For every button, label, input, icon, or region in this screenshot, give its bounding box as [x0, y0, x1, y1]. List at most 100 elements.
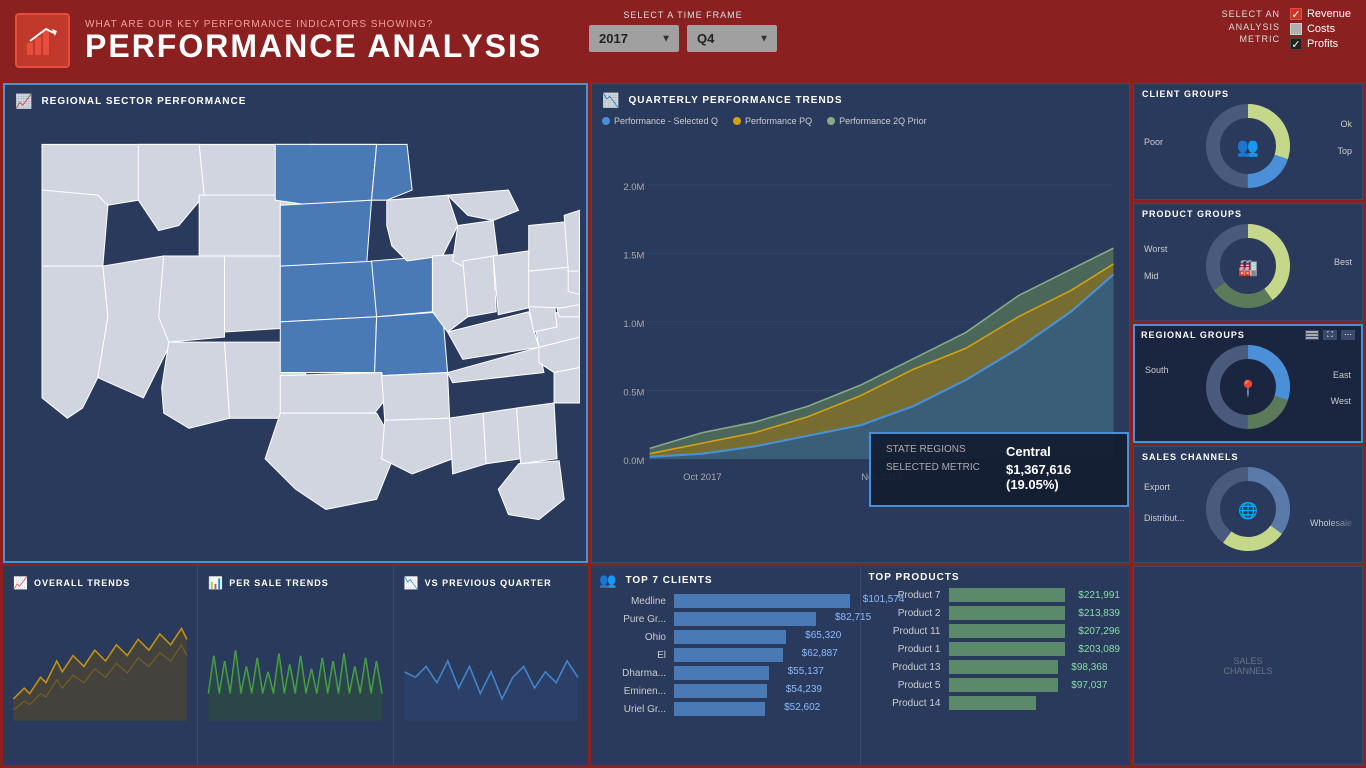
product-bar-0	[949, 588, 1066, 602]
client-bar-3: $62,887	[674, 648, 783, 662]
map-area[interactable]	[5, 114, 586, 550]
product-row-2: Product 11 $207,296	[861, 622, 1131, 640]
client-groups-donut-area: Poor Ok Top 👥	[1134, 101, 1362, 191]
product-row-1: Product 2 $213,839	[861, 604, 1131, 622]
product-bar-3	[949, 642, 1066, 656]
product-bar-6	[949, 696, 1036, 710]
scroll-line-2	[1306, 334, 1318, 336]
client-name-0: Medline	[601, 596, 666, 607]
metric-options: ✓ Revenue Costs ✓ Profits	[1290, 8, 1351, 50]
regional-groups-header: REGIONAL GROUPS ⛶ ⋯	[1135, 326, 1361, 344]
more-icon[interactable]: ⋯	[1341, 330, 1355, 340]
product-groups-panel: PRODUCT GROUPS Worst Mid Best 🏭	[1133, 203, 1363, 320]
product-groups-title-text: PRODUCT GROUPS	[1142, 209, 1242, 219]
client-name-6: Uriel Gr...	[601, 704, 666, 715]
client-name-5: Eminen...	[601, 686, 666, 697]
svg-text:0.0M: 0.0M	[623, 456, 644, 467]
quarterly-legend: Performance - Selected Q Performance PQ …	[592, 113, 1129, 129]
clients-panel-title: 👥 TOP 7 CLIENTS	[591, 566, 860, 592]
product-value-5: $97,037	[1071, 680, 1107, 691]
client-row-1: Pure Gr... $82,715	[591, 610, 860, 628]
client-groups-poor-label: Poor	[1144, 137, 1163, 147]
client-bar-5: $54,239	[674, 684, 767, 698]
per-sale-trends-title: 📊 PER SALE TRENDS	[203, 571, 387, 590]
clients-icon: 👥	[599, 572, 617, 589]
client-row-5: Eminen... $54,239	[591, 682, 860, 700]
product-groups-best-label: Best	[1334, 257, 1352, 267]
client-row-3: El $62,887	[591, 646, 860, 664]
vs-previous-chart	[399, 590, 583, 754]
us-map-svg	[5, 114, 586, 550]
header: WHAT ARE OUR KEY PERFORMANCE INDICATORS …	[0, 0, 1366, 80]
legend-item-2q: Performance 2Q Prior	[827, 116, 927, 126]
header-icon	[15, 13, 70, 68]
main-content: 📈 REGIONAL SECTOR PERFORMANCE	[0, 80, 1366, 768]
quarterly-chart-svg: 2.0M 1.5M 1.0M 0.5M 0.0M	[597, 129, 1124, 557]
product-row-6: Product 14	[861, 694, 1131, 712]
client-bar-container-1: $82,715	[674, 612, 850, 626]
sales-channels-donut-area: Export Distribut... Wholesale 🌐	[1134, 464, 1362, 554]
client-row-6: Uriel Gr... $52,602	[591, 700, 860, 718]
quarterly-chart-area: 2.0M 1.5M 1.0M 0.5M 0.0M	[592, 129, 1129, 562]
product-row-5: Product 5 $97,037	[861, 676, 1131, 694]
client-groups-panel: CLIENT GROUPS Poor Ok Top 👥	[1133, 83, 1363, 200]
metric-selector: SELECT ANANALYSISMETRIC ✓ Revenue Costs …	[1222, 8, 1351, 50]
bottom-right-text: SALESCHANNELS	[1223, 656, 1272, 676]
legend-dot-2q	[827, 117, 835, 125]
legend-item-selected: Performance - Selected Q	[602, 116, 718, 126]
product-bar-2	[949, 624, 1066, 638]
time-selector: SELECT A TIME FRAME 2017 2016 2015 ▼ Q4 …	[589, 10, 777, 52]
client-groups-title: CLIENT GROUPS	[1134, 84, 1362, 101]
quarter-dropdown[interactable]: Q4 Q3 Q2 Q1	[687, 25, 777, 52]
product-value-0: $221,991	[1078, 590, 1120, 601]
client-value-5: $54,239	[786, 684, 822, 695]
bottom-trends: 📈 OVERALL TRENDS 📊 PER SALE TRENDS	[3, 566, 588, 765]
year-dropdown[interactable]: 2017 2016 2015	[589, 25, 679, 52]
costs-label: Costs	[1307, 23, 1335, 35]
regional-panel-title: 📈 REGIONAL SECTOR PERFORMANCE	[5, 85, 586, 114]
client-bar-container-3: $62,887	[674, 648, 850, 662]
client-name-1: Pure Gr...	[601, 614, 666, 625]
product-row-4: Product 13 $98,368	[861, 658, 1131, 676]
regional-groups-donut-area: South East West 📍	[1135, 344, 1361, 431]
svg-text:2.0M: 2.0M	[623, 182, 644, 193]
costs-checkbox[interactable]	[1290, 23, 1302, 35]
revenue-checkbox[interactable]: ✓	[1290, 8, 1302, 20]
per-sale-trends-label: PER SALE TRENDS	[229, 578, 329, 588]
product-row-3: Product 1 $203,089	[861, 640, 1131, 658]
panel-fade-overlay	[1327, 464, 1362, 554]
svg-text:👥: 👥	[1237, 137, 1259, 157]
product-groups-title: PRODUCT GROUPS	[1134, 204, 1362, 221]
regional-groups-title: REGIONAL GROUPS	[1141, 330, 1245, 340]
overall-trends-section: 📈 OVERALL TRENDS	[3, 566, 198, 765]
client-bar-container-6: $52,602	[674, 702, 850, 716]
client-value-1: $82,715	[835, 612, 871, 623]
client-row-2: Ohio $65,320	[591, 628, 860, 646]
right-panels: CLIENT GROUPS Poor Ok Top 👥 PRODUCT GROU	[1133, 83, 1363, 563]
client-bar-0: $101,574	[674, 594, 850, 608]
client-groups-donut: 👥	[1203, 101, 1293, 191]
client-bar-4: $55,137	[674, 666, 769, 680]
year-dropdown-wrapper[interactable]: 2017 2016 2015 ▼	[589, 25, 679, 52]
client-value-3: $62,887	[802, 648, 838, 659]
quarter-dropdown-wrapper[interactable]: Q4 Q3 Q2 Q1 ▼	[687, 25, 777, 52]
client-bar-2: $65,320	[674, 630, 786, 644]
metric-costs[interactable]: Costs	[1290, 23, 1351, 35]
quarterly-panel: 📉 QUARTERLY PERFORMANCE TRENDS Performan…	[591, 83, 1130, 563]
legend-dot-selected	[602, 117, 610, 125]
per-sale-trends-section: 📊 PER SALE TRENDS	[198, 566, 393, 765]
metric-revenue[interactable]: ✓ Revenue	[1290, 8, 1351, 20]
svg-text:Nov 2017: Nov 2017	[861, 472, 902, 483]
svg-text:📍: 📍	[1238, 379, 1258, 398]
client-bar-container-4: $55,137	[674, 666, 850, 680]
svg-text:0.5M: 0.5M	[623, 388, 644, 399]
time-dropdowns: 2017 2016 2015 ▼ Q4 Q3 Q2 Q1 ▼	[589, 25, 777, 52]
profits-checkbox[interactable]: ✓	[1290, 38, 1302, 50]
products-panel-title: TOP PRODUCTS	[861, 566, 1131, 586]
expand-icon[interactable]: ⛶	[1323, 330, 1337, 340]
svg-text:🏭: 🏭	[1238, 259, 1258, 277]
products-title-text: TOP PRODUCTS	[869, 572, 960, 583]
metric-profits[interactable]: ✓ Profits	[1290, 38, 1351, 50]
overall-trends-label: OVERALL TRENDS	[34, 578, 130, 588]
time-selector-label: SELECT A TIME FRAME	[589, 10, 777, 20]
